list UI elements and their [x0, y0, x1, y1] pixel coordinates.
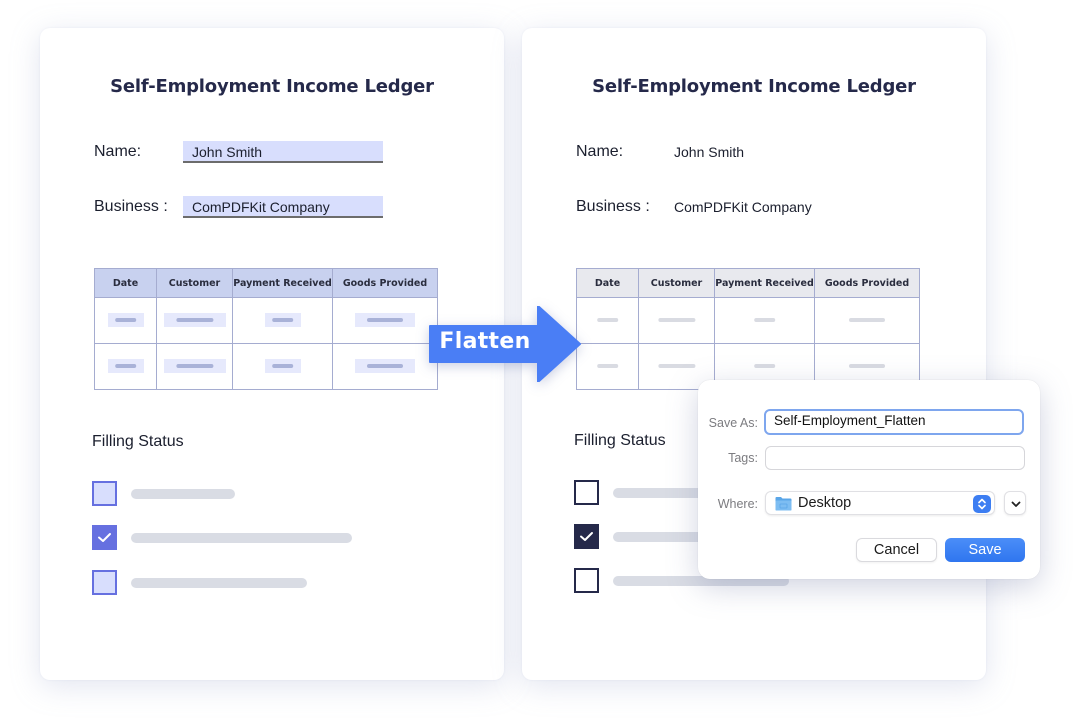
document-flattened: Self-Employment Income Ledger Name: John…	[522, 28, 986, 680]
form-field-placeholder[interactable]	[163, 359, 226, 374]
name-label: Name:	[576, 143, 624, 160]
tags-input[interactable]	[765, 446, 1025, 470]
table-cell[interactable]	[232, 297, 333, 344]
table-row	[94, 297, 438, 344]
option-text-placeholder	[131, 533, 352, 543]
table-header-row: Date Customer Payment Received Goods Pro…	[94, 268, 438, 298]
status-checkbox-static	[574, 480, 599, 505]
column-header-date: Date	[94, 268, 157, 298]
tags-label: Tags:	[728, 451, 758, 465]
where-select[interactable]: Desktop	[765, 491, 995, 515]
table-cell	[576, 297, 639, 344]
save-button[interactable]: Save	[945, 538, 1025, 562]
text-placeholder	[646, 359, 708, 373]
column-header-customer: Customer	[638, 268, 715, 298]
cancel-button[interactable]: Cancel	[856, 538, 937, 562]
form-field-placeholder[interactable]	[264, 359, 301, 374]
table-cell[interactable]	[332, 343, 438, 390]
form-field-placeholder[interactable]	[107, 313, 144, 328]
column-header-date: Date	[576, 268, 639, 298]
table-cell[interactable]	[94, 297, 157, 344]
chevron-down-icon	[1011, 501, 1021, 507]
form-field-placeholder[interactable]	[355, 313, 415, 328]
table-cell[interactable]	[156, 343, 233, 390]
table-cell	[814, 297, 920, 344]
status-option	[92, 570, 392, 595]
table-row	[94, 343, 438, 390]
document-title: Self-Employment Income Ledger	[110, 76, 434, 97]
stepper-chevrons-icon[interactable]	[973, 495, 991, 513]
column-header-goods-provided: Goods Provided	[332, 268, 438, 298]
name-label: Name:	[94, 143, 142, 160]
table-cell	[714, 297, 815, 344]
text-placeholder	[590, 359, 626, 373]
column-header-payment-received: Payment Received	[232, 268, 333, 298]
business-label: Business :	[576, 198, 650, 215]
text-placeholder	[646, 313, 708, 327]
text-placeholder	[837, 313, 897, 327]
text-placeholder	[747, 359, 783, 373]
folder-icon	[775, 497, 792, 511]
checkmark-icon	[580, 532, 593, 541]
status-option	[92, 481, 392, 506]
where-label: Where:	[717, 497, 758, 511]
filling-status-title: Filling Status	[574, 432, 666, 449]
table-cell[interactable]	[332, 297, 438, 344]
column-header-goods-provided: Goods Provided	[814, 268, 920, 298]
name-field[interactable]: John Smith	[183, 141, 383, 163]
text-placeholder	[747, 313, 783, 327]
status-option	[92, 525, 392, 550]
status-checkbox[interactable]	[92, 481, 117, 506]
status-checkbox-static	[574, 568, 599, 593]
table-cell	[576, 343, 639, 390]
expand-dialog-button[interactable]	[1004, 491, 1026, 515]
name-value: John Smith	[674, 144, 745, 160]
business-label: Business :	[94, 198, 168, 215]
form-field-placeholder[interactable]	[264, 313, 301, 328]
table-cell[interactable]	[94, 343, 157, 390]
business-field[interactable]: ComPDFKit Company	[183, 196, 383, 218]
business-value: ComPDFKit Company	[674, 199, 812, 215]
table-cell	[638, 297, 715, 344]
option-text-placeholder	[131, 489, 235, 499]
ledger-table: Date Customer Payment Received Goods Pro…	[576, 268, 920, 390]
save-as-input[interactable]: Self-Employment_Flatten	[764, 409, 1024, 435]
ledger-table: Date Customer Payment Received Goods Pro…	[94, 268, 438, 390]
status-checkbox[interactable]	[92, 570, 117, 595]
text-placeholder	[837, 359, 897, 373]
column-header-payment-received: Payment Received	[714, 268, 815, 298]
form-field-placeholder[interactable]	[355, 359, 415, 374]
flatten-label: Flatten	[439, 329, 531, 354]
status-checkbox-static-checked	[574, 524, 599, 549]
save-dialog: Save As: Self-Employment_Flatten Tags: W…	[698, 380, 1040, 579]
table-header-row: Date Customer Payment Received Goods Pro…	[576, 268, 920, 298]
document-title: Self-Employment Income Ledger	[592, 76, 916, 97]
form-field-placeholder[interactable]	[163, 313, 226, 328]
save-as-label: Save As:	[708, 416, 758, 430]
form-field-placeholder[interactable]	[107, 359, 144, 374]
filling-status-title: Filling Status	[92, 433, 184, 450]
where-value: Desktop	[798, 495, 852, 511]
checkmark-icon	[98, 533, 111, 542]
table-cell[interactable]	[156, 297, 233, 344]
column-header-customer: Customer	[156, 268, 233, 298]
table-row	[576, 297, 920, 344]
table-cell[interactable]	[232, 343, 333, 390]
status-checkbox-checked[interactable]	[92, 525, 117, 550]
text-placeholder	[590, 313, 626, 327]
option-text-placeholder	[131, 578, 307, 588]
